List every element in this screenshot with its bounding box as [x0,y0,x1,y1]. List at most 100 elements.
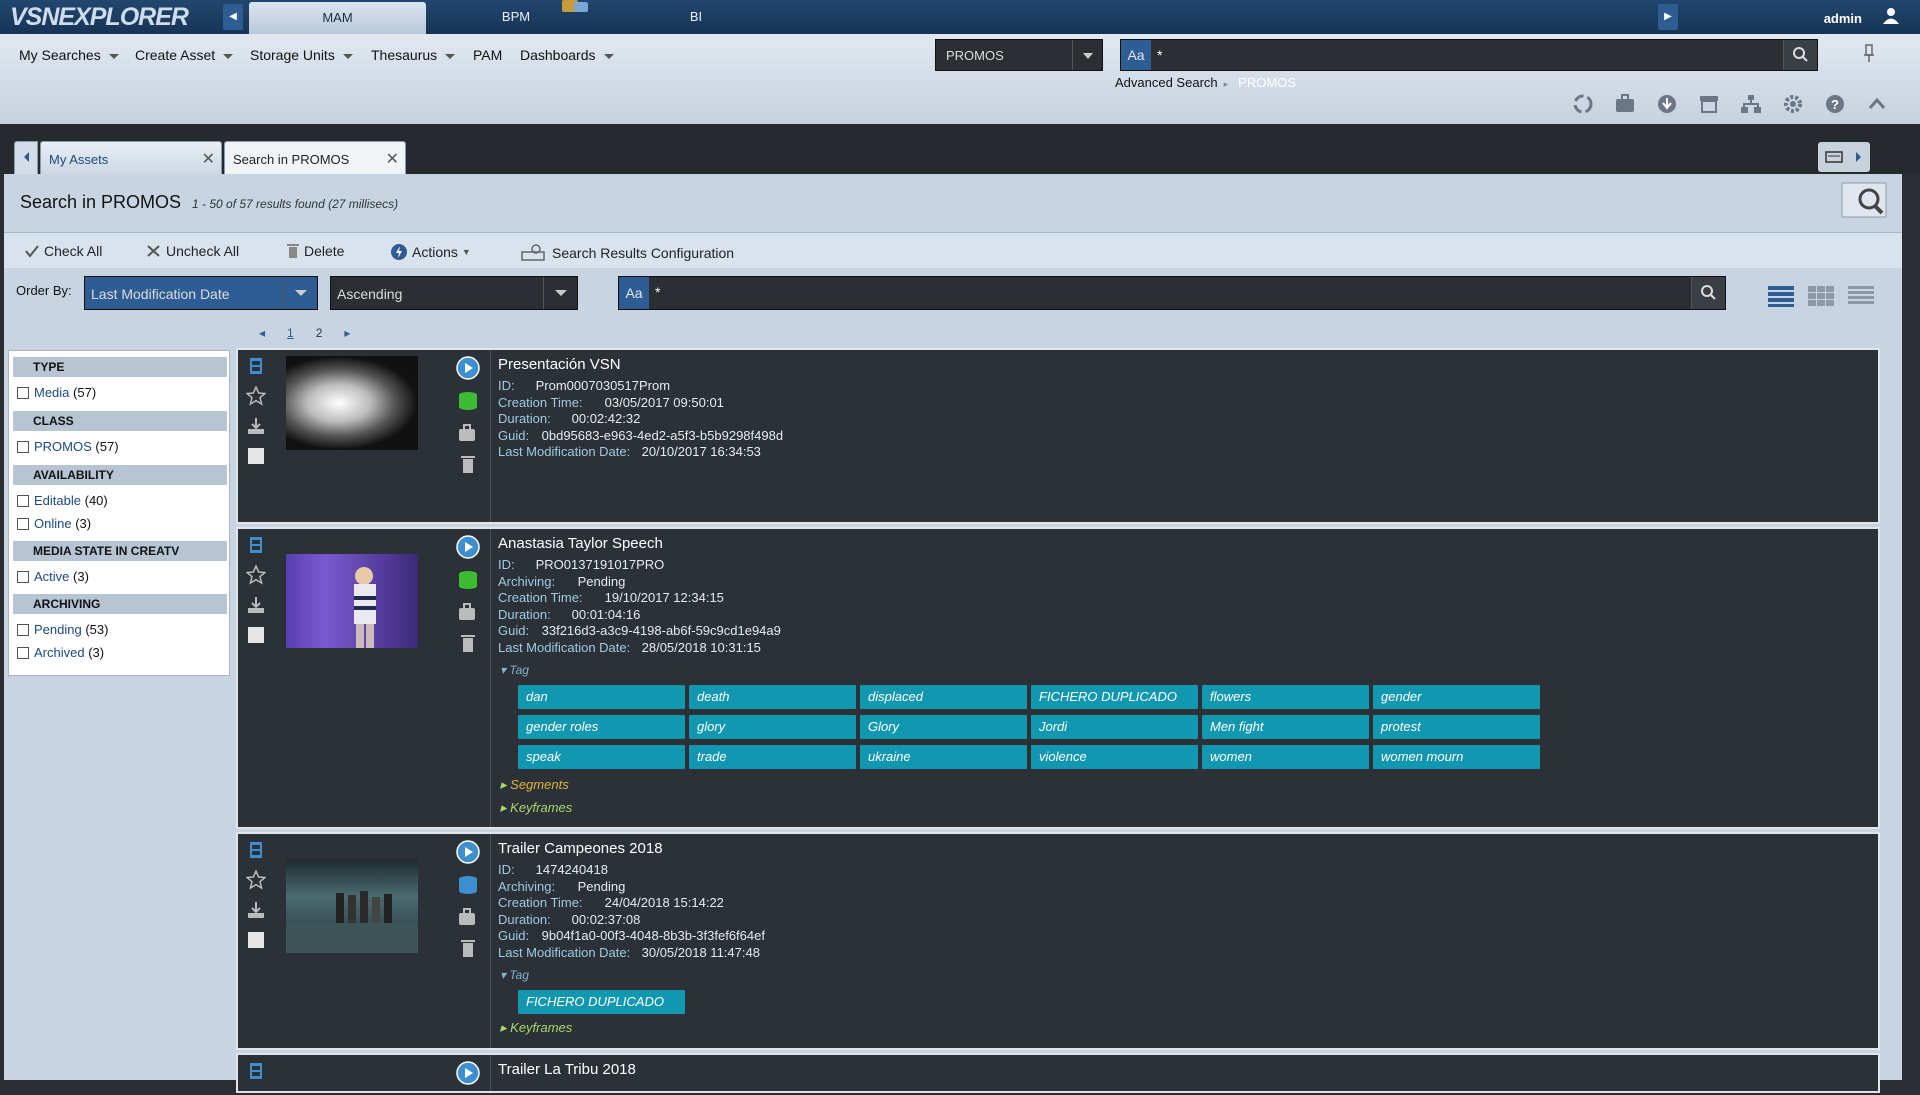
tag-chip[interactable]: dan [518,685,685,709]
checkbox[interactable] [17,518,29,530]
breadcrumb-current[interactable]: PROMOS [1238,75,1296,90]
search-button[interactable] [1691,277,1725,309]
search-button[interactable] [1783,40,1817,70]
search-results-config-button[interactable]: Search Results Configuration [520,243,734,263]
checkbox[interactable] [17,647,29,659]
menu-thesaurus[interactable]: Thesaurus [371,47,456,63]
tag-chip[interactable]: gender [1373,685,1540,709]
facet-item-online[interactable]: Online (3) [17,516,91,531]
tag-chip[interactable]: protest [1373,715,1540,739]
close-icon[interactable]: ✕ [386,149,399,169]
tabs-scroll-left[interactable] [14,141,38,174]
tag-chip[interactable]: ukraine [860,745,1027,769]
list-view-icon[interactable] [1768,285,1794,307]
results-search-input[interactable] [655,277,1255,307]
tag-section-toggle[interactable]: ▾ Tag [500,968,529,982]
trash-icon[interactable] [456,633,480,655]
keyframes-toggle[interactable]: ▸ Keyframes [500,1020,572,1036]
facet-item-active[interactable]: Active (3) [17,569,89,584]
tab-bi[interactable]: BI [610,0,782,34]
menu-storage-units[interactable]: Storage Units [250,47,353,63]
uncheck-all-button[interactable]: Uncheck All [146,243,239,259]
archive-icon[interactable] [1696,92,1722,116]
tag-chip[interactable]: trade [689,745,856,769]
tag-chip[interactable]: women mourn [1373,745,1540,769]
tag-chip[interactable]: violence [1031,745,1198,769]
download-icon[interactable] [246,416,266,436]
grid-view-icon[interactable] [1808,285,1834,307]
briefcase-icon[interactable] [456,422,480,444]
case-sensitive-toggle[interactable]: Aa [1121,40,1151,70]
close-icon[interactable]: ✕ [202,149,215,169]
select-checkbox[interactable] [246,446,266,466]
tag-chip[interactable]: women [1202,745,1369,769]
star-icon[interactable] [246,870,266,890]
hierarchy-icon[interactable] [1738,92,1764,116]
asset-thumbnail[interactable] [286,356,418,450]
case-sensitive-toggle[interactable]: Aa [619,277,649,309]
page-next-arrow[interactable]: ▸ [344,326,350,340]
gear-icon[interactable] [1780,92,1806,116]
tag-section-toggle[interactable]: ▾ Tag [500,663,529,677]
facet-item-promos[interactable]: PROMOS (57) [17,439,119,454]
select-checkbox[interactable] [246,930,266,950]
dropdown-arrow-icon[interactable] [543,277,577,309]
facet-item-archived[interactable]: Archived (3) [17,645,104,660]
result-title[interactable]: Trailer Campeones 2018 [498,840,663,857]
result-title[interactable]: Trailer La Tribu 2018 [498,1061,636,1078]
menu-dashboards[interactable]: Dashboards [520,47,614,63]
tag-chip[interactable]: Men fight [1202,715,1369,739]
help-icon[interactable]: ? [1822,92,1848,116]
order-field-select[interactable]: Last Modification Date [84,276,318,310]
dropdown-arrow-icon[interactable] [283,277,317,309]
briefcase-icon[interactable] [456,906,480,928]
play-icon[interactable] [456,535,480,559]
page-1-link[interactable]: 1 [287,326,294,340]
trash-icon[interactable] [456,938,480,960]
checkbox[interactable] [17,624,29,636]
play-icon[interactable] [456,356,480,380]
bpm-notification-icon[interactable] [560,0,592,16]
play-icon[interactable] [456,1061,480,1085]
facet-item-media[interactable]: Media (57) [17,385,96,400]
menu-my-searches[interactable]: My Searches [19,47,119,63]
search-scope-select[interactable]: PROMOS [935,39,1103,71]
facet-item-pending[interactable]: Pending (53) [17,622,108,637]
star-icon[interactable] [246,386,266,406]
tag-chip[interactable]: flowers [1202,685,1369,709]
actions-dropdown[interactable]: Actions ▼ [390,243,471,261]
global-search-input[interactable] [1157,40,1757,70]
page-prev-arrow[interactable]: ◂ [259,326,265,340]
briefcase-icon[interactable] [1612,92,1638,116]
facet-item-editable[interactable]: Editable (40) [17,493,108,508]
user-icon[interactable] [1882,7,1900,25]
tabs-menu[interactable] [1818,142,1870,172]
tab-mam[interactable]: MAM [249,2,426,34]
result-title[interactable]: Presentación VSN [498,356,621,373]
tab-my-assets[interactable]: My Assets ✕ [40,141,222,174]
tab-search-in-promos[interactable]: Search in PROMOS ✕ [224,141,406,174]
checkbox[interactable] [17,495,29,507]
tag-chip[interactable]: gender roles [518,715,685,739]
tag-chip[interactable]: Jordi [1031,715,1198,739]
play-icon[interactable] [456,840,480,864]
menu-create-asset[interactable]: Create Asset [135,47,234,63]
download-icon[interactable] [1654,92,1680,116]
trash-icon[interactable] [456,454,480,476]
checkbox[interactable] [17,441,29,453]
checkbox[interactable] [17,571,29,583]
tag-chip[interactable]: speak [518,745,685,769]
result-title[interactable]: Anastasia Taylor Speech [498,535,663,552]
tag-chip[interactable]: displaced [860,685,1027,709]
page-2-link[interactable]: 2 [316,326,323,340]
tabs-next-arrow[interactable]: ▶ [1658,4,1678,30]
tag-chip[interactable]: Glory [860,715,1027,739]
download-icon[interactable] [246,900,266,920]
star-icon[interactable] [246,565,266,585]
tag-chip[interactable]: FICHERO DUPLICADO [518,990,685,1014]
collapse-up-icon[interactable] [1864,92,1890,116]
menu-pam[interactable]: PAM [473,47,502,63]
dropdown-arrow-icon[interactable] [1072,40,1102,70]
compact-view-icon[interactable] [1848,285,1874,307]
order-direction-select[interactable]: Ascending [330,276,578,310]
